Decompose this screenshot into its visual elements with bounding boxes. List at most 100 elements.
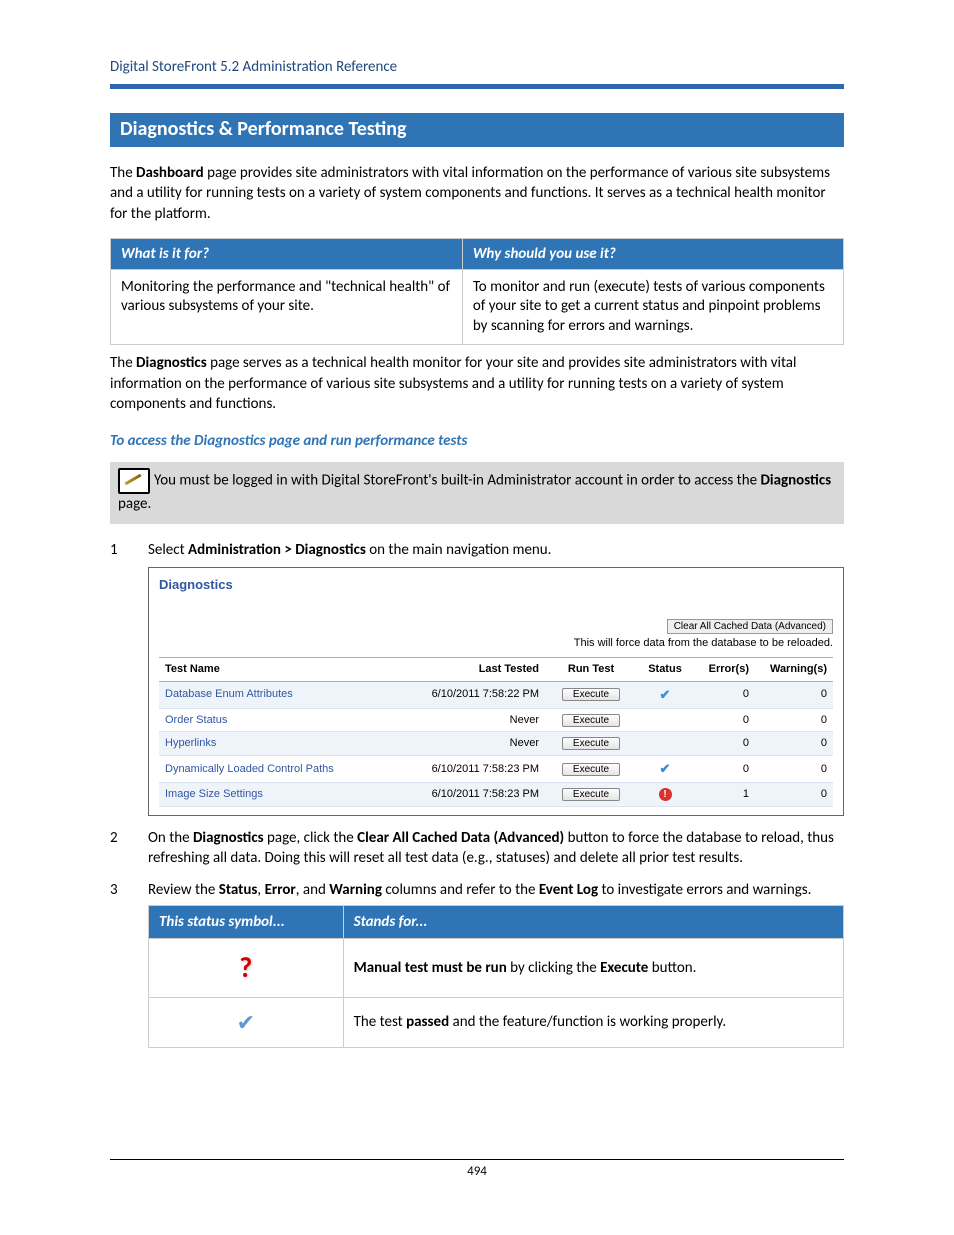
test-name-link[interactable]: Dynamically Loaded Control Paths xyxy=(165,763,334,775)
status-desc: Manual test must be run by clicking the … xyxy=(343,938,843,997)
text: , xyxy=(257,881,264,899)
text-bold: Status xyxy=(219,881,258,899)
text-bold: Warning xyxy=(329,881,382,899)
last-tested-cell: 6/10/2011 7:58:23 PM xyxy=(403,783,545,807)
status-cell: ! xyxy=(637,783,693,807)
question-icon: ? xyxy=(159,949,333,987)
status-header: This status symbol... xyxy=(149,905,344,938)
last-tested-cell: 6/10/2011 7:58:22 PM xyxy=(403,681,545,708)
text-bold: Error xyxy=(265,881,296,899)
text-bold: passed xyxy=(406,1013,449,1031)
status-header: Stands for... xyxy=(343,905,843,938)
info-table: What is it for? Why should you use it? M… xyxy=(110,238,844,346)
clear-desc: This will force data from the database t… xyxy=(159,636,833,651)
table-row: Hyperlinks Never Execute 00 xyxy=(159,732,833,756)
check-icon: ✔ xyxy=(660,687,671,702)
page-number: 494 xyxy=(467,1164,487,1179)
text: on the main navigation menu. xyxy=(366,541,552,559)
diag-paragraph: The Diagnostics page serves as a technic… xyxy=(110,353,844,414)
col-warnings: Warning(s) xyxy=(755,657,833,681)
text: The test xyxy=(354,1013,407,1031)
info-header: What is it for? xyxy=(111,238,463,269)
test-name-link[interactable]: Image Size Settings xyxy=(165,788,263,800)
text: button. xyxy=(648,959,696,977)
text: page provides site administrators with v… xyxy=(110,164,830,223)
text: and the feature/function is working prop… xyxy=(449,1013,726,1031)
errors-cell: 0 xyxy=(693,732,755,756)
table-row: Order StatusNeverExecute00 xyxy=(159,708,833,732)
warnings-cell: 0 xyxy=(755,708,833,732)
text: Select xyxy=(148,541,188,559)
warnings-cell: 0 xyxy=(755,783,833,807)
errors-cell: 1 xyxy=(693,783,755,807)
text: page, click the xyxy=(264,829,358,847)
check-icon: ✔ xyxy=(660,761,671,776)
note-text: You must be logged in with Digital Store… xyxy=(154,472,760,490)
alert-icon: ! xyxy=(659,788,672,801)
test-name-link[interactable]: Order Status xyxy=(165,714,227,726)
errors-cell: 0 xyxy=(693,708,755,732)
text: columns and refer to the xyxy=(382,881,539,899)
execute-button[interactable]: Execute xyxy=(562,737,620,750)
test-name-link[interactable]: Hyperlinks xyxy=(165,737,216,749)
step-1: Select Administration > Diagnostics on t… xyxy=(110,540,844,816)
text: by clicking the xyxy=(507,959,600,977)
status-cell xyxy=(637,708,693,732)
intro-paragraph: The Dashboard page provides site adminis… xyxy=(110,163,844,224)
note-box: You must be logged in with Digital Store… xyxy=(110,462,844,524)
info-cell: Monitoring the performance and "technica… xyxy=(111,269,463,345)
diag-title: Diagnostics xyxy=(159,576,833,594)
note-text: page. xyxy=(118,495,151,513)
col-test-name: Test Name xyxy=(159,657,403,681)
text-bold: Execute xyxy=(600,959,648,977)
text-bold: Diagnostics xyxy=(136,354,207,372)
doc-header: Digital StoreFront 5.2 Administration Re… xyxy=(110,58,844,76)
text-bold: Administration > Diagnostics xyxy=(188,541,366,559)
note-icon xyxy=(118,468,150,494)
clear-cache-button[interactable]: Clear All Cached Data (Advanced) xyxy=(667,619,833,634)
col-last-tested: Last Tested xyxy=(403,657,545,681)
text: , and xyxy=(296,881,329,899)
execute-button[interactable]: Execute xyxy=(562,763,620,776)
errors-cell: 0 xyxy=(693,756,755,783)
text: The xyxy=(110,354,136,372)
table-row: Database Enum Attributes 6/10/2011 7:58:2… xyxy=(159,681,833,708)
col-status: Status xyxy=(637,657,693,681)
errors-cell: 0 xyxy=(693,681,755,708)
subheading: To access the Diagnostics page and run p… xyxy=(110,432,844,450)
text: On the xyxy=(148,829,193,847)
status-desc: The test passed and the feature/function… xyxy=(343,997,843,1048)
table-row: Image Size Settings 6/10/2011 7:58:23 PM E… xyxy=(159,783,833,807)
text: Review the xyxy=(148,881,219,899)
status-table: This status symbol... Stands for... ? Ma… xyxy=(148,905,844,1049)
text-bold: Manual test must be run xyxy=(354,959,507,977)
execute-button[interactable]: Execute xyxy=(562,688,620,701)
col-errors: Error(s) xyxy=(693,657,755,681)
warnings-cell: 0 xyxy=(755,732,833,756)
info-cell: To monitor and run (execute) tests of va… xyxy=(462,269,843,345)
step-3: Review the Status, Error, and Warning co… xyxy=(110,880,844,1048)
section-heading: Diagnostics & Performance Testing xyxy=(110,113,844,147)
text: page serves as a technical health monito… xyxy=(110,354,796,413)
last-tested-cell: Never xyxy=(403,732,545,756)
text-bold: Diagnostics xyxy=(760,472,831,490)
text-bold: Clear All Cached Data (Advanced) xyxy=(357,829,564,847)
text-bold: Dashboard xyxy=(136,164,204,182)
warnings-cell: 0 xyxy=(755,756,833,783)
text-bold: Event Log xyxy=(539,881,598,899)
step-2: On the Diagnostics page, click the Clear… xyxy=(110,828,844,869)
info-header: Why should you use it? xyxy=(462,238,843,269)
steps-list: Select Administration > Diagnostics on t… xyxy=(110,540,844,1048)
text: to investigate errors and warnings. xyxy=(598,881,811,899)
header-rule xyxy=(110,84,844,89)
test-name-link[interactable]: Database Enum Attributes xyxy=(165,688,293,700)
execute-button[interactable]: Execute xyxy=(562,714,620,727)
warnings-cell: 0 xyxy=(755,681,833,708)
execute-button[interactable]: Execute xyxy=(562,788,620,801)
table-row: Dynamically Loaded Control Paths6/10/201… xyxy=(159,756,833,783)
status-cell: ✔ xyxy=(637,681,693,708)
diag-table: Test Name Last Tested Run Test Status Er… xyxy=(159,657,833,807)
text: The xyxy=(110,164,136,182)
col-run-test: Run Test xyxy=(545,657,637,681)
check-icon: ✔ xyxy=(159,1008,333,1038)
